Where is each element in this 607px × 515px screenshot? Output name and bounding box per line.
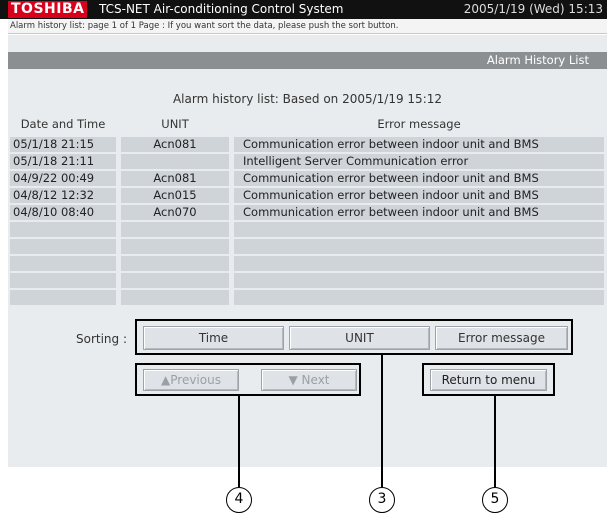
cell-unit: Acn081 [121, 171, 229, 186]
cell-error: Intelligent Server Communication error [234, 154, 604, 169]
page-navigation-group: ▲Previous ▼ Next [135, 363, 361, 396]
sorting-label: Sorting : [76, 332, 128, 346]
cell-date [10, 256, 116, 271]
sort-unit-button[interactable]: UNIT [289, 326, 430, 350]
cell-date: 05/1/18 21:15 [10, 137, 116, 152]
cell-error: Communication error between indoor unit … [234, 205, 604, 220]
cell-error [234, 290, 604, 305]
cell-error: Communication error between indoor unit … [234, 188, 604, 203]
column-header-unit: UNIT [161, 117, 189, 131]
cell-error [234, 239, 604, 254]
cell-error: Communication error between indoor unit … [234, 137, 604, 152]
next-page-button[interactable]: ▼ Next [261, 369, 357, 391]
cell-date: 04/9/22 00:49 [10, 171, 116, 186]
return-to-menu-button[interactable]: Return to menu [430, 369, 547, 391]
callout-line-nav [238, 396, 240, 487]
cell-error [234, 222, 604, 237]
cell-unit [121, 273, 229, 288]
cell-date [10, 290, 116, 305]
cell-unit [121, 222, 229, 237]
clock-datetime: 2005/1/19 (Wed) 15:13 [463, 2, 603, 16]
cell-unit: Acn015 [121, 188, 229, 203]
return-button-group: Return to menu [422, 363, 555, 396]
brand-logo: TOSHIBA [8, 1, 88, 18]
cell-date [10, 273, 116, 288]
sort-error-message-button[interactable]: Error message [435, 326, 568, 350]
cell-unit [121, 154, 229, 169]
callout-marker-3: 3 [369, 487, 395, 513]
cell-unit [121, 239, 229, 254]
column-header-error: Error message [377, 117, 461, 131]
cell-unit: Acn081 [121, 137, 229, 152]
section-title-bar: Alarm History List [8, 52, 607, 69]
list-heading: Alarm history list: Based on 2005/1/19 1… [172, 92, 443, 106]
sort-button-group: Time UNIT Error message [135, 319, 573, 355]
cell-unit: Acn070 [121, 205, 229, 220]
sort-time-button[interactable]: Time [143, 326, 284, 350]
callout-line-sort [381, 355, 383, 487]
callout-line-return [494, 396, 496, 487]
info-bar: Alarm history list: page 1 of 1 Page : I… [8, 19, 607, 34]
cell-error: Communication error between indoor unit … [234, 171, 604, 186]
cell-error [234, 256, 604, 271]
cell-error [234, 273, 604, 288]
callout-marker-4: 4 [226, 487, 252, 513]
app-title: TCS-NET Air-conditioning Control System [99, 2, 344, 16]
cell-unit [121, 290, 229, 305]
title-bar: TOSHIBA TCS-NET Air-conditioning Control… [0, 0, 607, 19]
cell-unit [121, 256, 229, 271]
cell-date: 04/8/12 12:32 [10, 188, 116, 203]
column-header-date: Date and Time [20, 117, 106, 131]
cell-date: 05/1/18 21:11 [10, 154, 116, 169]
cell-date: 04/8/10 08:40 [10, 205, 116, 220]
main-screen: Alarm History List Alarm history list: B… [8, 35, 607, 467]
callout-marker-5: 5 [482, 487, 508, 513]
cell-date [10, 222, 116, 237]
previous-page-button[interactable]: ▲Previous [143, 369, 239, 391]
cell-date [10, 239, 116, 254]
